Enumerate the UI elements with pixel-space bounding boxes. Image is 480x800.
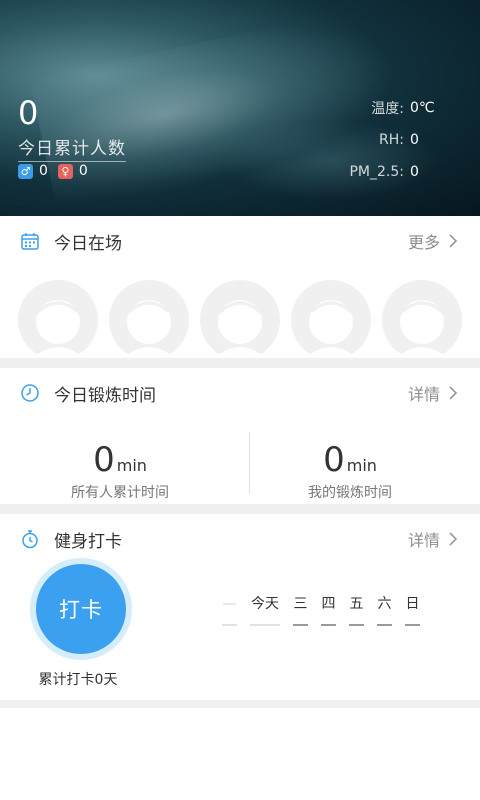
attendance-card: 今日在场 更多 [0,216,480,360]
day-5: 日 [405,592,420,626]
avatar-placeholder[interactable] [18,280,98,360]
day-checkin-indicator [405,624,420,626]
day-previous: — [222,592,237,626]
day-checkin-indicator [293,624,308,626]
my-exercise-time-label: 我的锻炼时间 [308,485,392,501]
chevron-right-icon[interactable] [446,532,460,546]
male-count: 0 [39,163,48,179]
stopwatch-icon [22,530,38,549]
humidity-value: 0 [410,132,419,148]
all-users-time: 0 min 所有人累计时间 [0,440,240,502]
header-banner: 0 今日累计人数 ♂ 0 ♀ 0 温度: 0℃ RH: 0 PM_2.5: 0 [0,0,480,216]
my-exercise-time: 0 min 我的锻炼时间 [230,440,470,502]
all-users-time-unit: min [116,456,147,475]
section-divider [0,504,480,514]
humidity-row: RH: 0 [274,124,434,156]
female-count: 0 [78,163,88,179]
attendance-more-link[interactable]: 更多 [408,229,440,253]
all-users-time-value: 0 [93,440,115,480]
male-icon: ♂ [18,163,33,179]
female-icon: ♀ [57,163,73,179]
checkin-button[interactable]: 打卡 [36,564,126,654]
day-checkin-indicator [321,624,336,626]
pm25-label: PM_2.5: [349,164,404,180]
checkin-title: 健身打卡 [54,531,122,552]
attendee-avatars [18,280,473,360]
attendance-title: 今日在场 [54,233,122,254]
attendance-header[interactable]: 今日在场 更多 [0,216,480,266]
avatar-placeholder[interactable] [200,280,280,360]
exercise-details-link[interactable]: 详情 [408,381,440,405]
environment-panel: 温度: 0℃ RH: 0 PM_2.5: 0 [274,92,434,188]
day-label: 五 [349,596,364,612]
checkin-details-link[interactable]: 详情 [408,527,440,551]
humidity-label: RH: [379,132,404,148]
day-checkin-indicator [377,624,392,626]
day-3: 五 [349,592,364,626]
exercise-time-title: 今日锻炼时间 [54,385,156,406]
avatar-placeholder[interactable] [109,280,189,360]
calendar-icon [21,233,39,250]
pm25-value: 0 [410,164,419,180]
today-total-count: 0 [18,94,39,132]
gender-counts: ♂ 0 ♀ 0 [18,163,98,179]
avatar-placeholder[interactable] [382,280,462,360]
checkin-total-days: 累计打卡0天 [38,672,118,688]
day-checkin-indicator [222,624,237,626]
day-checkin-indicator [250,624,280,626]
week-checkin-tracker: — 今天三四五六日 [222,592,433,626]
day-4: 六 [377,592,392,626]
clock-icon [21,384,39,402]
day-label: 今天 [251,596,279,612]
temperature-value: 0℃ [410,100,435,116]
day-2: 四 [321,592,336,626]
day-label: 日 [405,596,420,612]
day-label: 三 [293,596,308,612]
day-0: 今天 [250,592,280,626]
temperature-row: 温度: 0℃ [274,92,434,124]
today-total-label: 今日累计人数 [18,134,126,162]
day-1: 三 [293,592,308,626]
section-divider [0,358,480,368]
all-users-time-label: 所有人累计时间 [71,485,169,501]
chevron-right-icon[interactable] [446,386,460,400]
chevron-right-icon[interactable] [446,234,460,248]
exercise-time-card: 今日锻炼时间 详情 0 min 所有人累计时间 0 min 我的锻炼时间 [0,368,480,504]
checkin-header[interactable]: 健身打卡 详情 [0,514,480,564]
fitness-checkin-card: 健身打卡 详情 打卡 累计打卡0天 — 今天三四五六日 [0,514,480,700]
my-exercise-time-unit: min [346,456,377,475]
exercise-time-header[interactable]: 今日锻炼时间 详情 [0,368,480,418]
day-label: 四 [321,596,336,612]
avatar-placeholder[interactable] [291,280,371,360]
my-exercise-time-value: 0 [323,440,345,480]
day-checkin-indicator [349,624,364,626]
pm25-row: PM_2.5: 0 [274,156,434,188]
section-divider [0,700,480,708]
day-label: 六 [377,596,392,612]
day-label: — [222,596,237,612]
temperature-label: 温度: [371,101,404,117]
